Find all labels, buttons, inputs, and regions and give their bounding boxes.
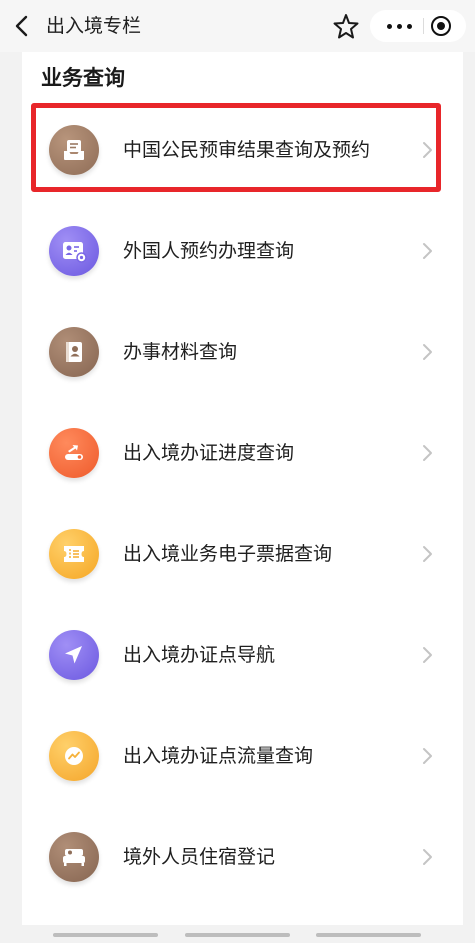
profile-book-icon [49, 327, 99, 377]
favorite-star-icon[interactable] [332, 11, 360, 41]
list-item-preaudit-query[interactable]: 中国公民预审结果查询及预约 [22, 100, 463, 201]
document-tray-icon [49, 125, 99, 175]
list-item-accommodation-registration[interactable]: 境外人员住宿登记 [22, 807, 463, 908]
item-label: 中国公民预审结果查询及预约 [123, 139, 371, 161]
list-item-materials-query[interactable]: 办事材料查询 [22, 302, 463, 403]
chevron-right-icon [423, 546, 432, 562]
business-query-list: 中国公民预审结果查询及预约 外国人预约办理查询 办事材料查询 出入境办证进度查询… [22, 100, 463, 908]
bottom-bar [0, 925, 475, 943]
item-label: 出入境业务电子票据查询 [123, 543, 333, 565]
chevron-right-icon [423, 243, 432, 259]
item-label: 出入境办证点导航 [123, 644, 276, 666]
chevron-right-icon [423, 748, 432, 764]
trend-chart-icon [49, 731, 99, 781]
chevron-right-icon [423, 445, 432, 461]
top-nav-bar: 出入境专栏 [0, 0, 475, 52]
bottom-indicator [185, 933, 290, 937]
item-label: 外国人预约办理查询 [123, 240, 295, 262]
more-options-icon[interactable] [380, 10, 418, 42]
capsule-divider [423, 18, 424, 34]
item-label: 出入境办证点流量查询 [123, 745, 314, 767]
item-label: 出入境办证进度查询 [123, 442, 295, 464]
list-item-progress-query[interactable]: 出入境办证进度查询 [22, 403, 463, 504]
chevron-right-icon [423, 344, 432, 360]
list-item-foreigner-appointment[interactable]: 外国人预约办理查询 [22, 201, 463, 302]
chevron-right-icon [423, 849, 432, 865]
chevron-right-icon [423, 647, 432, 663]
mini-program-capsule [370, 10, 466, 42]
list-item-office-navigation[interactable]: 出入境办证点导航 [22, 605, 463, 706]
list-item-office-traffic-query[interactable]: 出入境办证点流量查询 [22, 706, 463, 807]
list-item-e-receipt-query[interactable]: 出入境业务电子票据查询 [22, 504, 463, 605]
business-query-card: 业务查询 中国公民预审结果查询及预约 外国人预约办理查询 办事材料查询 出入境办… [22, 52, 463, 943]
bottom-indicator [316, 933, 421, 937]
bed-icon [49, 832, 99, 882]
id-card-icon [49, 226, 99, 276]
close-circle-icon[interactable] [431, 16, 451, 36]
page-title: 出入境专栏 [46, 15, 142, 37]
item-label: 办事材料查询 [123, 341, 238, 363]
chevron-right-icon [423, 142, 432, 158]
back-arrow-icon[interactable] [12, 13, 36, 39]
progress-icon [49, 428, 99, 478]
navigation-arrow-icon [49, 630, 99, 680]
section-title: 业务查询 [41, 66, 125, 90]
item-label: 境外人员住宿登记 [123, 846, 276, 868]
ticket-icon [49, 529, 99, 579]
page: 出入境专栏 业务查询 中国公民预审结果查询及预约 外国人预约办理查询 办事材料查… [0, 0, 475, 943]
bottom-indicator [53, 933, 158, 937]
